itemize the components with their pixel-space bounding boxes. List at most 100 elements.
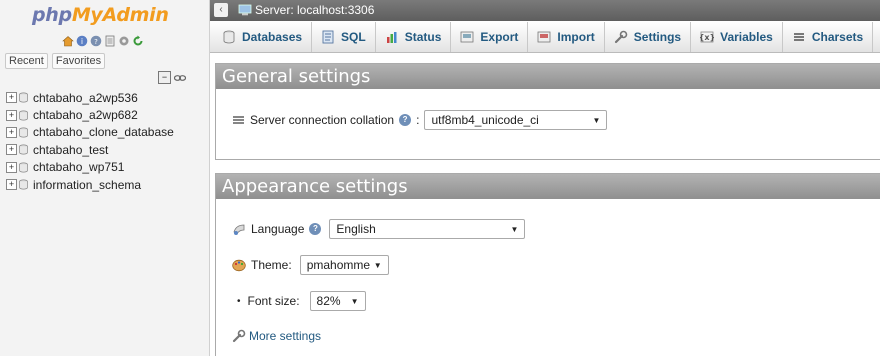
home-icon[interactable] <box>62 35 74 47</box>
bullet-icon: • <box>237 295 241 307</box>
tab-label: Variables <box>720 30 773 44</box>
database-icon <box>19 162 28 173</box>
language-value: English <box>336 222 376 236</box>
database-icon <box>223 30 235 44</box>
panel-title: Appearance settings <box>216 174 880 199</box>
tab-export[interactable]: Export <box>451 22 529 52</box>
import-icon <box>538 31 551 43</box>
expand-icon[interactable]: + <box>6 161 17 173</box>
tab-sql[interactable]: SQL <box>312 22 376 52</box>
database-name[interactable]: information_schema <box>33 178 141 192</box>
reload-icon[interactable] <box>132 35 144 47</box>
database-item[interactable]: + information_schema <box>6 176 174 193</box>
breadcrumb: Server: localhost:3306 <box>238 3 374 17</box>
appearance-settings-panel: Appearance settings Language ? English ▼… <box>215 173 880 356</box>
more-settings-link[interactable]: More settings <box>249 329 321 343</box>
main-tab-menu: Databases SQL Status Export Import Setti… <box>210 22 880 53</box>
server-icon <box>238 4 252 16</box>
expand-icon[interactable]: + <box>6 109 17 121</box>
top-bar: ‹ Server: localhost:3306 <box>210 0 880 21</box>
tab-status[interactable]: Status <box>376 22 452 52</box>
expand-icon[interactable]: + <box>6 92 17 104</box>
svg-text:?: ? <box>94 38 98 46</box>
svg-text:{x}: {x} <box>700 33 714 42</box>
theme-label: Theme: <box>251 258 292 272</box>
help-icon[interactable]: ? <box>399 114 412 126</box>
tab-recent[interactable]: Recent <box>5 53 48 69</box>
database-name[interactable]: chtabaho_test <box>33 143 108 157</box>
export-icon <box>461 31 474 43</box>
tab-databases[interactable]: Databases <box>210 22 313 52</box>
sql-icon <box>322 30 334 44</box>
tab-label: Import <box>557 30 595 44</box>
database-name[interactable]: chtabaho_a2wp682 <box>33 108 138 122</box>
tab-label: SQL <box>341 30 366 44</box>
logo-myadmin: MyAdmin <box>71 4 169 26</box>
theme-value: pmahomme <box>306 258 371 272</box>
palette-icon <box>232 259 246 271</box>
collation-select[interactable]: utf8mb4_unicode_ci ▼ <box>424 110 608 130</box>
navigation-panel: phpMyAdmin i ? Recent Favorites − + chtab… <box>0 0 210 356</box>
help-icon[interactable]: ? <box>309 223 322 235</box>
collation-value: utf8mb4_unicode_ci <box>431 113 539 127</box>
expand-icon[interactable]: + <box>6 179 17 191</box>
sql-docs-icon[interactable]: ? <box>90 35 102 47</box>
wrench-icon <box>232 329 246 343</box>
theme-row: Theme: pmahomme ▼ <box>232 255 389 275</box>
chevron-down-icon: ▼ <box>373 260 382 270</box>
tab-favorites[interactable]: Favorites <box>51 53 106 69</box>
collapse-nav-button[interactable]: ‹ <box>214 3 228 17</box>
docs-icon[interactable] <box>104 35 116 47</box>
theme-select[interactable]: pmahomme ▼ <box>299 255 389 275</box>
nav-tabs: Recent Favorites <box>5 53 106 69</box>
status-icon <box>386 32 397 43</box>
language-select[interactable]: English ▼ <box>329 219 526 239</box>
panel-title: General settings <box>216 64 880 89</box>
database-icon <box>19 179 28 190</box>
database-item[interactable]: + chtabaho_clone_database <box>6 124 174 141</box>
database-tree: + chtabaho_a2wp536 + chtabaho_a2wp682 + cht… <box>6 89 174 193</box>
fontsize-label: Font size: <box>247 294 300 308</box>
fontsize-select[interactable]: 82% ▼ <box>309 291 366 311</box>
tab-variables[interactable]: {x} Variables <box>691 22 783 52</box>
chevron-down-icon: ▼ <box>510 224 519 234</box>
info-icon[interactable]: i <box>76 35 88 47</box>
tab-label: Settings <box>633 30 682 44</box>
fontsize-value: 82% <box>316 294 341 308</box>
phpmyadmin-logo[interactable]: phpMyAdmin <box>32 4 169 26</box>
database-icon <box>19 127 28 138</box>
database-icon <box>19 144 28 155</box>
collation-label: Server connection collation <box>250 113 395 127</box>
database-item[interactable]: + chtabaho_wp751 <box>6 159 174 176</box>
database-name[interactable]: chtabaho_a2wp536 <box>33 91 138 105</box>
tab-settings[interactable]: Settings <box>605 22 692 52</box>
tab-import[interactable]: Import <box>528 22 605 52</box>
tab-label: Charsets <box>811 30 864 44</box>
database-item[interactable]: + chtabaho_test <box>6 141 174 158</box>
collation-row: Server connection collation ?: utf8mb4_u… <box>232 110 608 130</box>
collapse-link-controls: − <box>158 71 186 84</box>
svg-text:i: i <box>81 37 83 46</box>
link-with-main-icon[interactable] <box>174 74 186 82</box>
nav-icon-bar: i ? <box>62 35 144 47</box>
expand-icon[interactable]: + <box>6 126 17 138</box>
language-label: Language <box>251 222 305 236</box>
database-item[interactable]: + chtabaho_a2wp682 <box>6 106 174 123</box>
collapse-all-icon[interactable]: − <box>158 71 171 84</box>
server-crumb-label[interactable]: Server: localhost:3306 <box>255 3 374 17</box>
language-icon <box>233 224 245 235</box>
more-settings-row: More settings <box>232 329 321 343</box>
general-settings-panel: General settings Server connection colla… <box>215 63 880 160</box>
fontsize-row: • Font size: 82% ▼ <box>237 291 366 311</box>
tab-charsets[interactable]: Charsets <box>783 22 874 52</box>
logo-php: php <box>32 4 72 26</box>
charsets-icon <box>793 33 804 41</box>
expand-icon[interactable]: + <box>6 144 17 156</box>
database-item[interactable]: + chtabaho_a2wp536 <box>6 89 174 106</box>
settings-icon[interactable] <box>118 35 130 47</box>
chevron-down-icon: ▼ <box>592 115 601 125</box>
database-name[interactable]: chtabaho_clone_database <box>33 125 174 139</box>
language-row: Language ? English ▼ <box>232 219 526 239</box>
database-name[interactable]: chtabaho_wp751 <box>33 160 124 174</box>
list-icon <box>233 116 244 124</box>
